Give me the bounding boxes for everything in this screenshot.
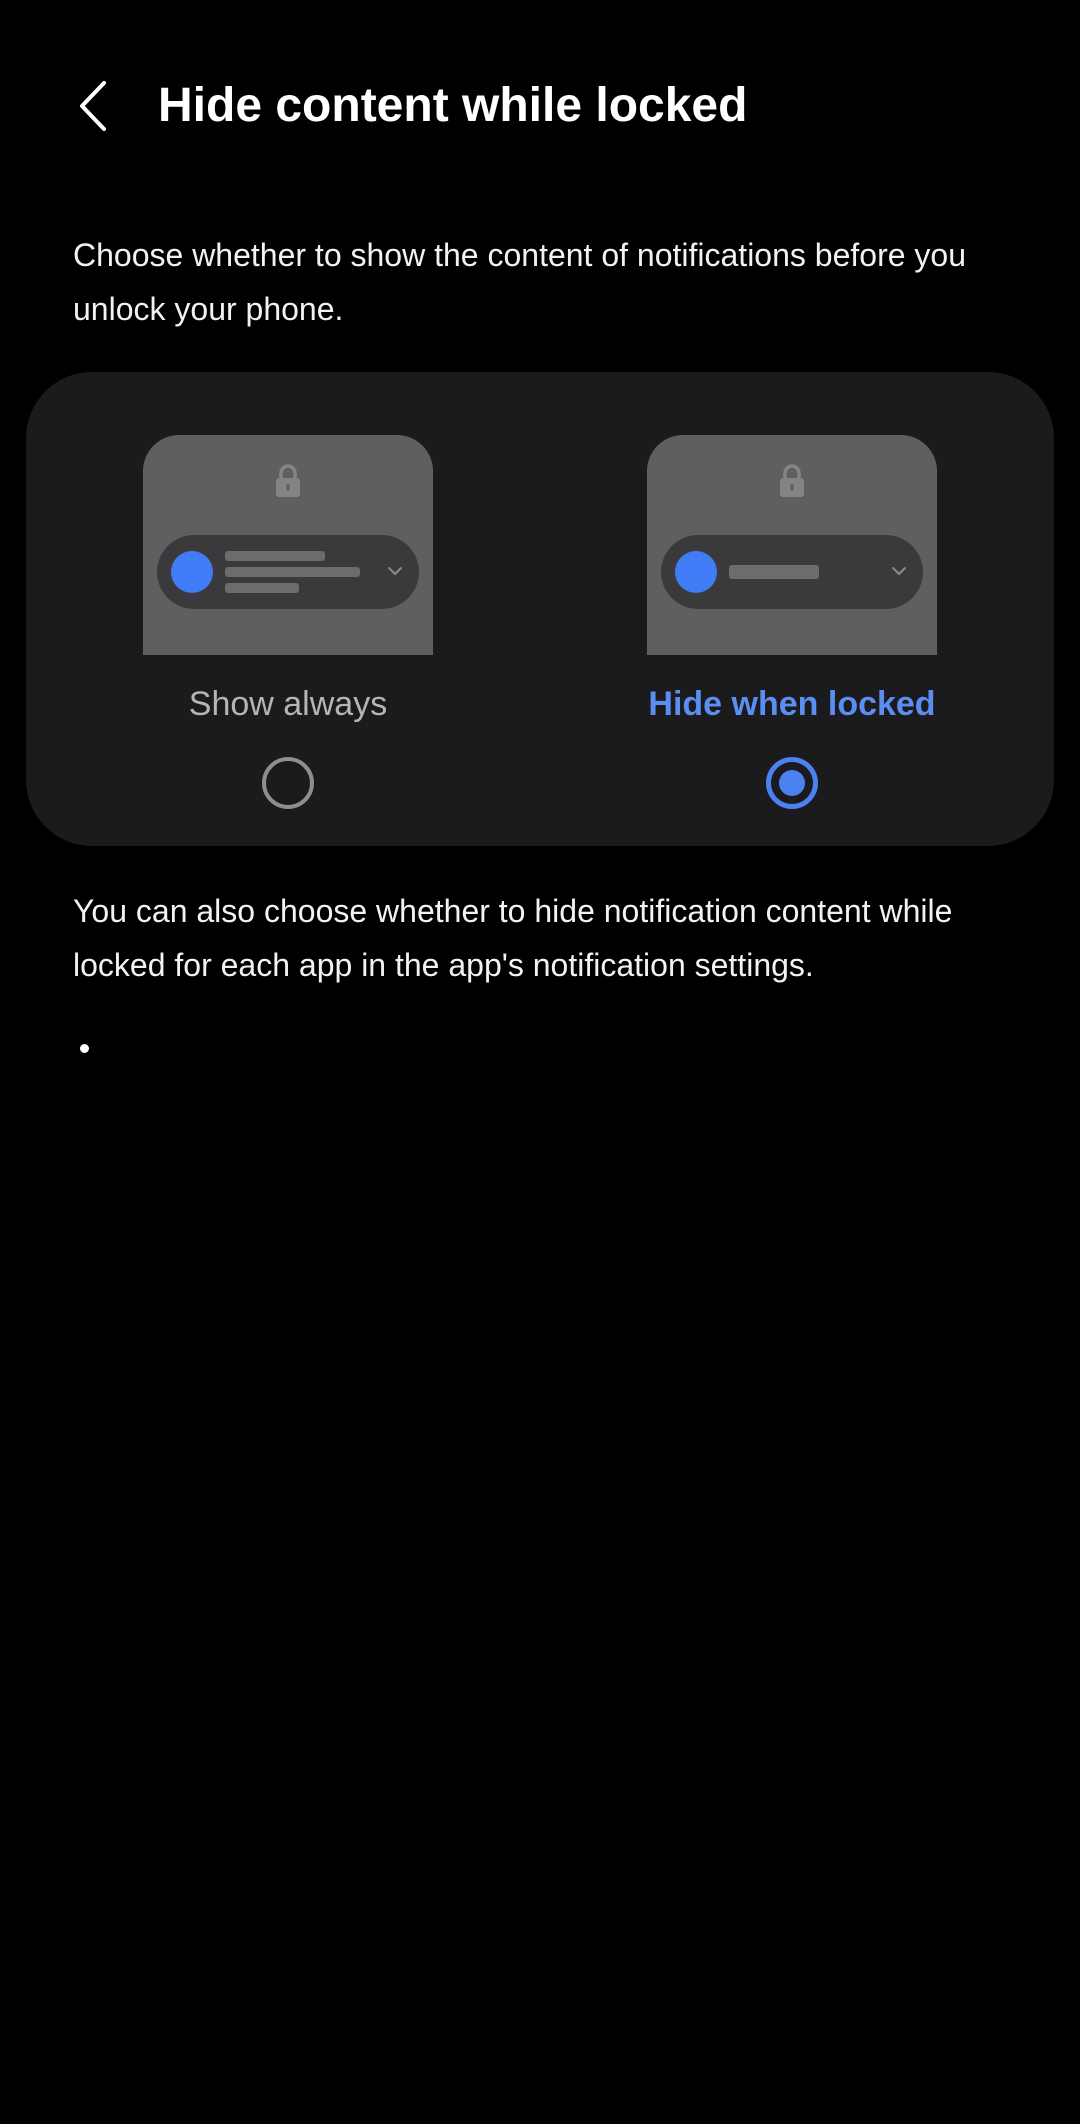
radio-show-always[interactable]	[262, 757, 314, 809]
notification-title-line	[225, 551, 325, 561]
option-label-show-always: Show always	[188, 685, 388, 723]
bullet-dot	[80, 1044, 89, 1053]
notification-content-line	[225, 583, 299, 593]
per-app-note: You can also choose whether to hide noti…	[73, 893, 953, 983]
show-always-preview	[143, 435, 433, 655]
hide-when-locked-preview	[647, 435, 937, 655]
chevron-down-icon	[388, 567, 402, 575]
radio-selected-dot	[779, 770, 805, 796]
option-hide-when-locked[interactable]: Hide when locked	[617, 372, 1017, 846]
visibility-options-card: Show always Hide when locked	[26, 372, 1054, 846]
chevron-down-icon	[892, 567, 906, 575]
radio-hide-when-locked[interactable]	[766, 757, 818, 809]
app-bar: Hide content while locked	[0, 60, 1080, 156]
back-button[interactable]	[62, 74, 126, 138]
notification-content-line	[225, 567, 360, 577]
description-text: Choose whether to show the content of no…	[73, 237, 966, 327]
lock-icon	[276, 464, 300, 497]
page-title: Hide content while locked	[158, 79, 748, 132]
app-icon-circle	[675, 551, 717, 593]
notification-preview-pill	[157, 535, 419, 609]
app-icon-circle	[171, 551, 213, 593]
lock-icon	[780, 464, 804, 497]
chevron-left-icon	[80, 81, 106, 131]
option-show-always[interactable]: Show always	[113, 372, 513, 846]
option-label-hide-when-locked: Hide when locked	[648, 685, 936, 723]
notification-preview-pill	[661, 535, 923, 609]
notification-title-line	[729, 565, 819, 579]
